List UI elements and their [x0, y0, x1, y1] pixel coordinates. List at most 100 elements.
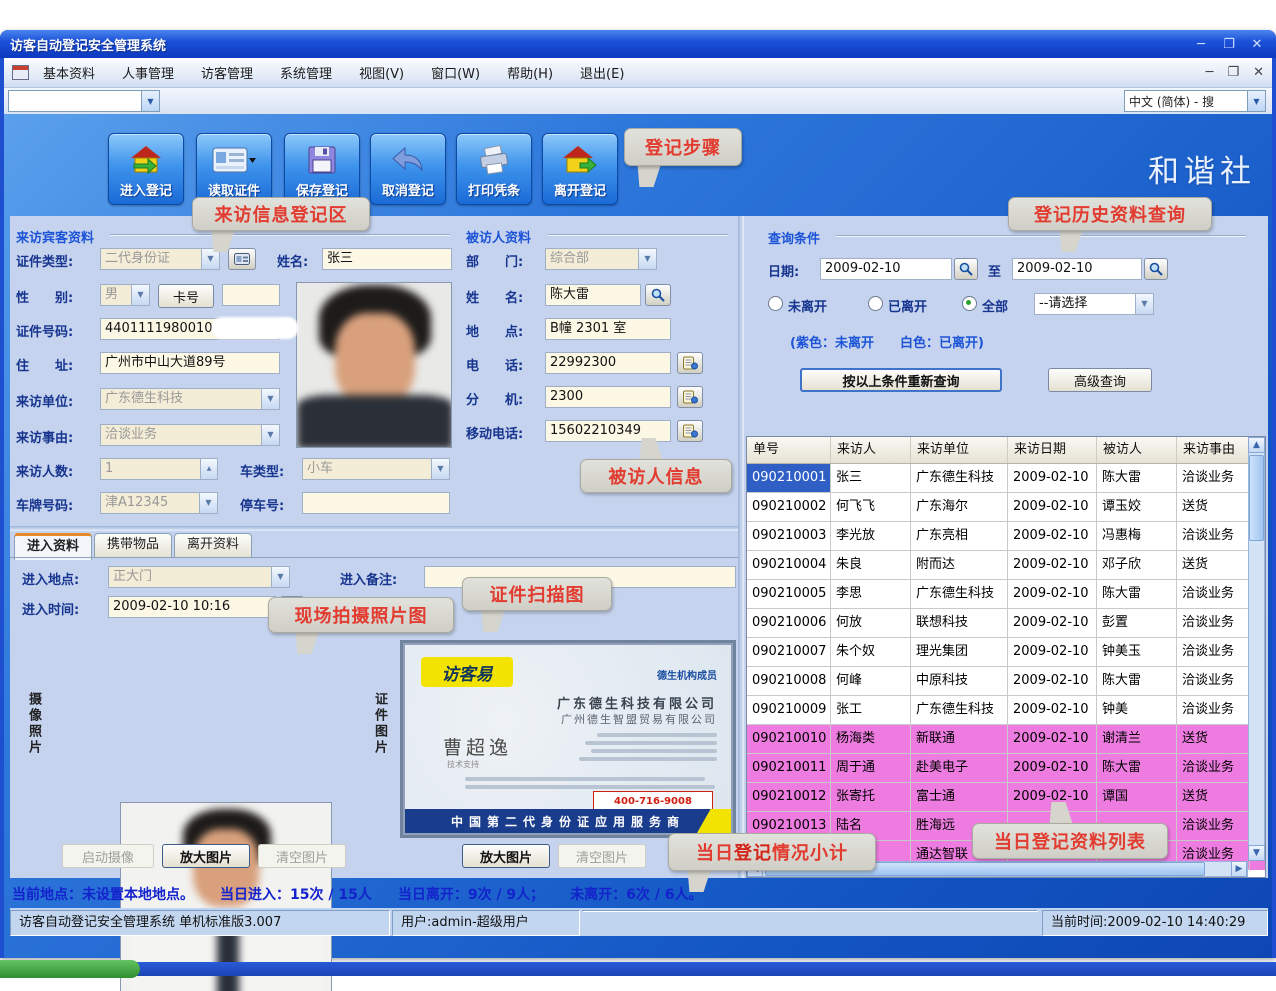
radio-all[interactable]: 全部	[962, 296, 1008, 315]
ext-field[interactable]: 2300	[545, 386, 671, 408]
cell-company[interactable]: 理光集团	[911, 638, 1008, 667]
chevron-down-icon[interactable]: ▼	[199, 493, 217, 513]
spinner-arrows-icon[interactable]: ▲▼	[200, 459, 217, 479]
table-row[interactable]: 090210012张寄托富士通2009-02-10谭国送货	[747, 783, 1265, 812]
card-number-button[interactable]: 卡号	[158, 284, 214, 308]
cell-reason[interactable]: 洽谈业务	[1177, 696, 1250, 725]
cell-visited[interactable]: 彭置	[1097, 609, 1177, 638]
table-row[interactable]: 090210009张工广东德生科技2009-02-10钟美洽谈业务	[747, 696, 1265, 725]
cell-reason[interactable]: 洽谈业务	[1177, 580, 1250, 609]
visited-name-search-button[interactable]	[645, 284, 671, 306]
cell-reason[interactable]: 送货	[1177, 783, 1250, 812]
chevron-down-icon[interactable]: ▼	[261, 425, 279, 445]
menu-item-hr[interactable]: 人事管理	[122, 63, 174, 82]
cell-reason[interactable]: 洽谈业务	[1177, 667, 1250, 696]
clear-card-button[interactable]: 清空图片	[558, 844, 646, 868]
quick-search-combo[interactable]: ▼	[8, 90, 160, 112]
requery-button[interactable]: 按以上条件重新查询	[800, 368, 1002, 392]
column-header[interactable]: 来访单位	[911, 437, 1008, 463]
radio-not-left[interactable]: 未离开	[768, 296, 827, 315]
cell-company[interactable]: 附而达	[911, 551, 1008, 580]
menu-item-help[interactable]: 帮助(H)	[507, 63, 553, 82]
cell-id[interactable]: 090210005	[747, 580, 831, 609]
chevron-down-icon[interactable]: ▼	[141, 91, 159, 111]
save-registration-button[interactable]: 保存登记	[284, 133, 360, 205]
cell-visited[interactable]: 陈大雷	[1097, 464, 1177, 493]
menu-item-basic[interactable]: 基本资料	[43, 63, 95, 82]
radio-circle-icon[interactable]	[868, 296, 883, 311]
cell-visitor[interactable]: 杨海类	[831, 725, 911, 754]
table-row[interactable]: 090210010杨海类新联通2009-02-10谢清兰送货	[747, 725, 1265, 754]
cell-company[interactable]: 广东海尔	[911, 493, 1008, 522]
card-reader-button[interactable]	[228, 248, 256, 270]
scroll-up-icon[interactable]: ▲	[1248, 437, 1265, 453]
cell-visited[interactable]: 陈大雷	[1097, 667, 1177, 696]
radio-circle-icon[interactable]	[768, 296, 783, 311]
column-header[interactable]: 来访日期	[1008, 437, 1097, 463]
cell-reason[interactable]: 送货	[1177, 551, 1250, 580]
cell-company[interactable]: 广东亮相	[911, 522, 1008, 551]
chevron-down-icon[interactable]: ▼	[271, 567, 289, 587]
visitor-count-spinner[interactable]: 1 ▲▼	[100, 458, 218, 480]
visitor-name-field[interactable]: 张三	[322, 248, 452, 270]
phone-field[interactable]: 22992300	[545, 352, 671, 374]
cell-id[interactable]: 090210010	[747, 725, 831, 754]
read-id-button[interactable]: 读取证件	[196, 133, 272, 205]
chevron-down-icon[interactable]: ▼	[201, 249, 219, 269]
cell-date[interactable]: 2009-02-10	[1008, 667, 1097, 696]
entry-time-field[interactable]: 2009-02-10 10:16	[108, 596, 276, 618]
menu-item-visitor[interactable]: 访客管理	[201, 63, 253, 82]
column-header[interactable]: 被访人	[1097, 437, 1177, 463]
child-close-button[interactable]: ✕	[1253, 65, 1264, 80]
visit-company-combo[interactable]: 广东德生科技▼	[100, 388, 280, 410]
minimize-button[interactable]: ─	[1192, 37, 1210, 52]
cell-visited[interactable]: 谭玉姣	[1097, 493, 1177, 522]
cell-reason[interactable]: 送货	[1177, 725, 1250, 754]
cell-visited[interactable]: 冯惠梅	[1097, 522, 1177, 551]
phone-dial-button[interactable]	[677, 352, 703, 374]
cell-date[interactable]: 2009-02-10	[1008, 638, 1097, 667]
cell-visited[interactable]: 钟美	[1097, 696, 1177, 725]
table-row[interactable]: 090210003李光放广东亮相2009-02-10冯惠梅洽谈业务	[747, 522, 1265, 551]
cell-id[interactable]: 090210012	[747, 783, 831, 812]
cell-visited[interactable]: 谢清兰	[1097, 725, 1177, 754]
cell-company[interactable]: 中原科技	[911, 667, 1008, 696]
table-row[interactable]: 090210001张三广东德生科技2009-02-10陈大雷洽谈业务	[747, 464, 1265, 493]
chevron-down-icon[interactable]: ▼	[131, 285, 149, 305]
cell-company[interactable]: 赴美电子	[911, 754, 1008, 783]
radio-selected-icon[interactable]	[962, 296, 977, 311]
cell-reason[interactable]: 洽谈业务	[1177, 754, 1250, 783]
enlarge-card-button[interactable]: 放大图片	[462, 844, 550, 868]
dept-combo[interactable]: 综合部▼	[545, 248, 657, 270]
enlarge-photo-button[interactable]: 放大图片	[162, 844, 250, 868]
cell-reason[interactable]: 洽谈业务	[1177, 464, 1250, 493]
location-field[interactable]: B幢 2301 室	[545, 318, 671, 340]
table-row[interactable]: 090210002何飞飞广东海尔2009-02-10谭玉姣送货	[747, 493, 1265, 522]
cell-date[interactable]: 2009-02-10	[1008, 725, 1097, 754]
chevron-down-icon[interactable]: ▼	[261, 389, 279, 409]
menu-item-window[interactable]: 窗口(W)	[431, 63, 480, 82]
column-header[interactable]: 来访事由	[1177, 437, 1250, 463]
cell-company[interactable]: 广东德生科技	[911, 580, 1008, 609]
cell-visitor[interactable]: 朱个奴	[831, 638, 911, 667]
advanced-query-button[interactable]: 高级查询	[1048, 368, 1152, 392]
entry-place-combo[interactable]: 正大门▼	[108, 566, 290, 588]
plate-combo[interactable]: 津A12345▼	[100, 492, 218, 514]
cell-company[interactable]: 联想科技	[911, 609, 1008, 638]
menu-item-system[interactable]: 系统管理	[280, 63, 332, 82]
cell-date[interactable]: 2009-02-10	[1008, 493, 1097, 522]
date-from-field[interactable]: 2009-02-10	[820, 258, 952, 280]
table-row[interactable]: 090210006何放联想科技2009-02-10彭置洽谈业务	[747, 609, 1265, 638]
cell-visitor[interactable]: 张三	[831, 464, 911, 493]
cell-company[interactable]: 广东德生科技	[911, 464, 1008, 493]
cell-id[interactable]: 090210002	[747, 493, 831, 522]
radio-left[interactable]: 已离开	[868, 296, 927, 315]
tab-carried-items[interactable]: 携带物品	[94, 533, 172, 558]
chevron-down-icon[interactable]: ▼	[1247, 91, 1265, 111]
chevron-down-icon[interactable]: ▼	[431, 459, 449, 479]
tab-leave-info[interactable]: 离开资料	[174, 533, 252, 558]
cell-date[interactable]: 2009-02-10	[1008, 754, 1097, 783]
child-minimize-button[interactable]: ─	[1206, 65, 1214, 80]
visited-name-field[interactable]: 陈大雷	[545, 284, 641, 306]
cell-visited[interactable]: 谭国	[1097, 783, 1177, 812]
